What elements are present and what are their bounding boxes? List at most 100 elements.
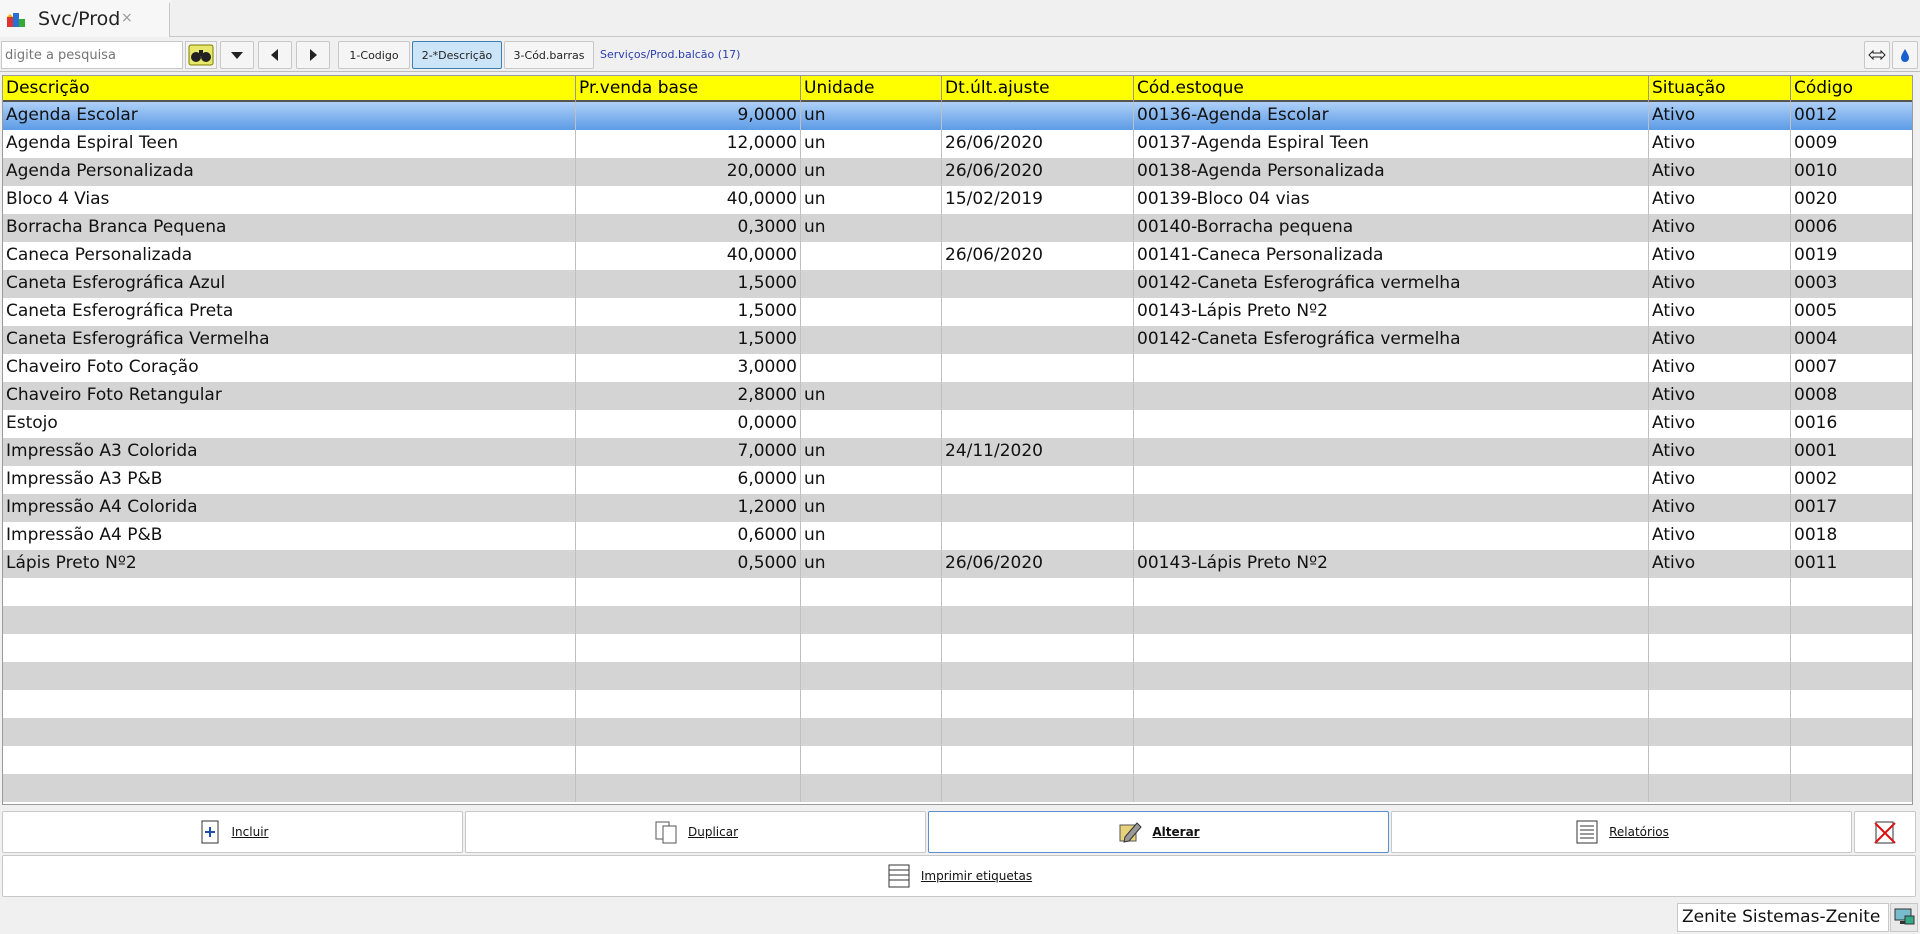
cell-dt-ajuste[interactable]	[942, 102, 1134, 130]
cell-descricao[interactable]: Caneca Personalizada	[3, 242, 576, 270]
cell-codigo[interactable]: 0012	[1791, 102, 1912, 130]
cell-unidade[interactable]: un	[801, 130, 942, 158]
cell-preco[interactable]: 1,2000	[576, 494, 801, 522]
cell-cod-estoque[interactable]	[1134, 410, 1649, 438]
cell-preco[interactable]	[576, 690, 801, 718]
cell-cod-estoque[interactable]	[1134, 578, 1649, 606]
cell-situacao[interactable]	[1649, 606, 1791, 634]
cell-codigo[interactable]: 0017	[1791, 494, 1912, 522]
cell-descricao[interactable]: Borracha Branca Pequena	[3, 214, 576, 242]
cell-unidade[interactable]: un	[801, 214, 942, 242]
cell-cod-estoque[interactable]	[1134, 690, 1649, 718]
cell-codigo[interactable]	[1791, 606, 1912, 634]
cell-unidade[interactable]	[801, 606, 942, 634]
cell-preco[interactable]: 40,0000	[576, 186, 801, 214]
cell-dt-ajuste[interactable]	[942, 578, 1134, 606]
table-row[interactable]: Caneta Esferográfica Preta 1,5000 00143-Lá…	[3, 298, 1912, 326]
cell-dt-ajuste[interactable]	[942, 410, 1134, 438]
cell-dt-ajuste[interactable]	[942, 522, 1134, 550]
cell-codigo[interactable]: 0001	[1791, 438, 1912, 466]
cell-cod-estoque[interactable]: 00140-Borracha pequena	[1134, 214, 1649, 242]
table-row[interactable]: Agenda Personalizada 20,0000 un 26/06/2020 0…	[3, 158, 1912, 186]
cell-unidade[interactable]: un	[801, 550, 942, 578]
cell-preco[interactable]: 9,0000	[576, 102, 801, 130]
col-header-preco[interactable]: Pr.venda base	[576, 76, 801, 102]
cell-preco[interactable]: 1,5000	[576, 326, 801, 354]
cell-descricao[interactable]: Agenda Espiral Teen	[3, 130, 576, 158]
cell-unidade[interactable]	[801, 298, 942, 326]
cell-descricao[interactable]: Agenda Personalizada	[3, 158, 576, 186]
cell-descricao[interactable]	[3, 774, 576, 802]
cell-preco[interactable]: 12,0000	[576, 130, 801, 158]
table-row[interactable]: Lápis Preto Nº2 0,5000 un 26/06/2020 00143-L…	[3, 550, 1912, 578]
cell-codigo[interactable]	[1791, 718, 1912, 746]
cell-preco[interactable]	[576, 634, 801, 662]
table-row[interactable]: Chaveiro Foto Retangular 2,8000 un Ativo 000…	[3, 382, 1912, 410]
cell-descricao[interactable]	[3, 606, 576, 634]
cell-unidade[interactable]: un	[801, 102, 942, 130]
cell-descricao[interactable]: Lápis Preto Nº2	[3, 550, 576, 578]
cell-situacao[interactable]: Ativo	[1649, 354, 1791, 382]
cell-codigo[interactable]: 0005	[1791, 298, 1912, 326]
alterar-button[interactable]: Alterar	[928, 811, 1389, 853]
cell-dt-ajuste[interactable]	[942, 718, 1134, 746]
cell-cod-estoque[interactable]	[1134, 466, 1649, 494]
cell-situacao[interactable]: Ativo	[1649, 102, 1791, 130]
col-header-codigo[interactable]: Código	[1791, 76, 1912, 102]
table-row[interactable]	[3, 578, 1912, 606]
cell-situacao[interactable]: Ativo	[1649, 494, 1791, 522]
cell-cod-estoque[interactable]	[1134, 494, 1649, 522]
prev-button[interactable]	[258, 41, 292, 69]
cell-dt-ajuste[interactable]: 24/11/2020	[942, 438, 1134, 466]
cell-unidade[interactable]	[801, 410, 942, 438]
cell-cod-estoque[interactable]: 00142-Caneta Esferográfica vermelha	[1134, 326, 1649, 354]
cell-situacao[interactable]: Ativo	[1649, 326, 1791, 354]
table-row[interactable]: Agenda Espiral Teen 12,0000 un 26/06/2020 00…	[3, 130, 1912, 158]
cell-dt-ajuste[interactable]	[942, 662, 1134, 690]
cell-codigo[interactable]	[1791, 578, 1912, 606]
col-header-dt-ajuste[interactable]: Dt.últ.ajuste	[942, 76, 1134, 102]
cell-descricao[interactable]: Estojo	[3, 410, 576, 438]
sort-descricao-button[interactable]: 2-*Descrição	[412, 41, 502, 69]
cell-preco[interactable]	[576, 662, 801, 690]
cell-codigo[interactable]: 0018	[1791, 522, 1912, 550]
cell-dt-ajuste[interactable]: 26/06/2020	[942, 242, 1134, 270]
cell-preco[interactable]: 6,0000	[576, 466, 801, 494]
col-header-cod-estoque[interactable]: Cód.estoque	[1134, 76, 1649, 102]
table-row[interactable]	[3, 606, 1912, 634]
cell-preco[interactable]: 3,0000	[576, 354, 801, 382]
cell-preco[interactable]: 0,6000	[576, 522, 801, 550]
table-row[interactable]	[3, 774, 1912, 802]
cell-codigo[interactable]: 0009	[1791, 130, 1912, 158]
cell-unidade[interactable]	[801, 774, 942, 802]
cell-preco[interactable]: 1,5000	[576, 270, 801, 298]
cell-unidade[interactable]	[801, 578, 942, 606]
table-row[interactable]: Agenda Escolar 9,0000 un 00136-Agenda Escol…	[3, 102, 1912, 130]
col-header-descricao[interactable]: Descrição	[3, 76, 576, 102]
cell-descricao[interactable]: Caneta Esferográfica Preta	[3, 298, 576, 326]
cell-dt-ajuste[interactable]	[942, 634, 1134, 662]
cell-cod-estoque[interactable]: 00137-Agenda Espiral Teen	[1134, 130, 1649, 158]
cell-cod-estoque[interactable]	[1134, 606, 1649, 634]
cell-preco[interactable]	[576, 718, 801, 746]
cell-codigo[interactable]	[1791, 746, 1912, 774]
cell-preco[interactable]: 7,0000	[576, 438, 801, 466]
cell-situacao[interactable]	[1649, 662, 1791, 690]
cell-situacao[interactable]	[1649, 718, 1791, 746]
cell-situacao[interactable]: Ativo	[1649, 382, 1791, 410]
cell-descricao[interactable]: Impressão A3 P&B	[3, 466, 576, 494]
data-grid[interactable]: Descrição Pr.venda base Unidade Dt.últ.a…	[2, 75, 1913, 805]
cell-cod-estoque[interactable]	[1134, 718, 1649, 746]
cell-descricao[interactable]: Bloco 4 Vias	[3, 186, 576, 214]
cell-codigo[interactable]: 0003	[1791, 270, 1912, 298]
table-row[interactable]	[3, 662, 1912, 690]
cell-codigo[interactable]: 0004	[1791, 326, 1912, 354]
cell-descricao[interactable]: Impressão A4 P&B	[3, 522, 576, 550]
cell-dt-ajuste[interactable]	[942, 690, 1134, 718]
cell-situacao[interactable]	[1649, 690, 1791, 718]
col-header-situacao[interactable]: Situação	[1649, 76, 1791, 102]
cell-codigo[interactable]: 0002	[1791, 466, 1912, 494]
close-icon[interactable]: ×	[121, 10, 133, 26]
cell-situacao[interactable]: Ativo	[1649, 242, 1791, 270]
cell-dt-ajuste[interactable]	[942, 774, 1134, 802]
